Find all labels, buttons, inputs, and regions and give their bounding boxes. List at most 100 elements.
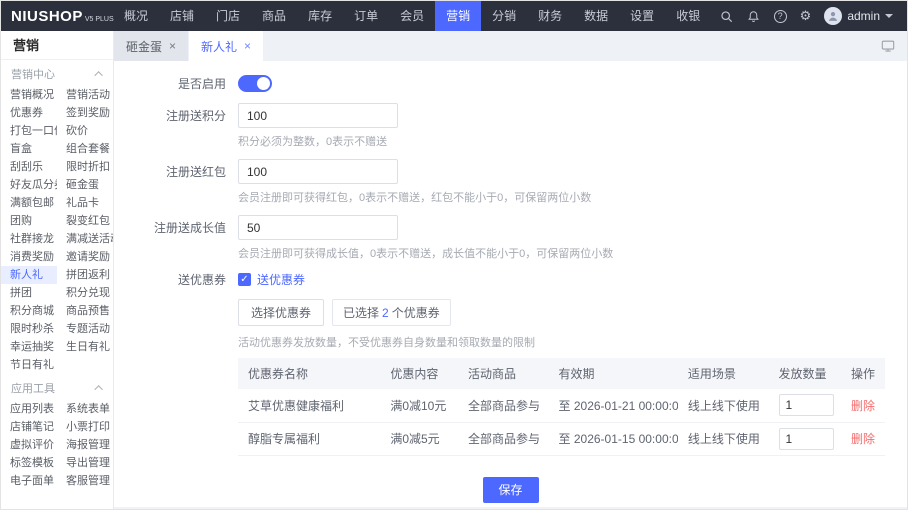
sidebar-item[interactable]: 限时折扣: [57, 158, 113, 176]
delete-link[interactable]: 删除: [851, 399, 875, 413]
topbar: NIUSHOP V5 PLUS 概况 店铺 门店 商品 库存 订单 会员 营销 …: [1, 1, 907, 31]
table-row: 艾草优惠健康福利 满0减10元 全部商品参与 至 2026-01-21 00:0…: [238, 389, 885, 422]
sidebar-item[interactable]: 满额包邮: [1, 194, 57, 212]
tab-label: 砸金蛋: [126, 38, 162, 55]
sidebar-item[interactable]: 裂变红包: [57, 212, 113, 230]
tab-new-user-gift[interactable]: 新人礼 ×: [189, 31, 263, 61]
sidebar-section-marketing-center[interactable]: 营销中心: [1, 60, 113, 86]
sidebar-item[interactable]: 积分兑现: [57, 284, 113, 302]
search-icon[interactable]: [720, 9, 734, 23]
logo-suffix: V5 PLUS: [85, 16, 114, 23]
sidebar-item[interactable]: 好友瓜分券: [1, 176, 57, 194]
sidebar-item[interactable]: 组合套餐: [57, 140, 113, 158]
sidebar-item[interactable]: 系统表单: [57, 400, 113, 418]
select-coupon-button[interactable]: 选择优惠券: [238, 299, 324, 326]
sidebar-item[interactable]: 满减送活动: [57, 230, 113, 248]
notification-icon[interactable]: [747, 9, 761, 23]
sidebar-marketing-items: 营销概况 营销活动 优惠券 签到奖励 打包一口价 砍价 盲盒 组合套餐 刮刮乐 …: [1, 86, 113, 374]
nav-item-finance[interactable]: 财务: [527, 1, 573, 31]
enable-row: 是否启用: [136, 75, 885, 92]
sidebar-item[interactable]: 导出管理: [57, 454, 113, 472]
sidebar-item[interactable]: 砍价: [57, 122, 113, 140]
screen-layout-icon[interactable]: [881, 39, 895, 53]
save-button[interactable]: 保存: [483, 477, 539, 503]
sidebar-item[interactable]: 客服管理: [57, 472, 113, 490]
sidebar-item[interactable]: 标签模板: [1, 454, 57, 472]
sidebar-item[interactable]: 商品预售: [57, 302, 113, 320]
nav-item-goods[interactable]: 商品: [251, 1, 297, 31]
sidebar-item[interactable]: 打包一口价: [1, 122, 57, 140]
sidebar-item[interactable]: 盲盒: [1, 140, 57, 158]
nav-item-cashier[interactable]: 收银: [665, 1, 711, 31]
sidebar-item[interactable]: 专题活动: [57, 320, 113, 338]
growth-input[interactable]: [238, 215, 398, 240]
sidebar-item[interactable]: 团购: [1, 212, 57, 230]
nav-item-shop[interactable]: 店铺: [159, 1, 205, 31]
sidebar-item[interactable]: 消费奖励: [1, 248, 57, 266]
col-header-content: 优惠内容: [380, 358, 458, 389]
nav-item-store[interactable]: 门店: [205, 1, 251, 31]
nav-item-stock[interactable]: 库存: [297, 1, 343, 31]
sidebar-item[interactable]: 优惠券: [1, 104, 57, 122]
close-icon[interactable]: ×: [244, 40, 251, 52]
nav-item-settings[interactable]: 设置: [619, 1, 665, 31]
sidebar-item-new-user-gift[interactable]: 新人礼: [1, 266, 57, 284]
sidebar-item[interactable]: 应用列表: [1, 400, 57, 418]
enable-toggle[interactable]: [238, 75, 272, 92]
sidebar-item[interactable]: 虚拟评价: [1, 436, 57, 454]
chevron-up-icon: [94, 71, 102, 79]
sidebar-item[interactable]: 节日有礼: [1, 356, 57, 374]
coupon-hint: 活动优惠券发放数量，不受优惠券自身数量和领取数量的限制: [238, 334, 885, 350]
sidebar-item[interactable]: 营销概况: [1, 86, 57, 104]
sidebar-item[interactable]: 拼团返利: [57, 266, 113, 284]
sidebar-item[interactable]: 幸运抽奖: [1, 338, 57, 356]
nav-item-marketing[interactable]: 营销: [435, 1, 481, 31]
sidebar-item[interactable]: 店铺笔记: [1, 418, 57, 436]
sidebar-item[interactable]: 社群接龙: [1, 230, 57, 248]
sidebar-item[interactable]: 刮刮乐: [1, 158, 57, 176]
sidebar-item[interactable]: 积分商城: [1, 302, 57, 320]
col-header-name: 优惠券名称: [238, 358, 380, 389]
sidebar-item[interactable]: 限时秒杀: [1, 320, 57, 338]
coupon-scene: 线上线下使用: [678, 422, 769, 455]
sidebar-item[interactable]: 签到奖励: [57, 104, 113, 122]
selected-coupon-summary: 已选择 2 个优惠券: [332, 299, 451, 326]
close-icon[interactable]: ×: [169, 40, 176, 52]
save-bar: 保存: [114, 472, 907, 507]
sidebar-item[interactable]: 砸金蛋: [57, 176, 113, 194]
coupon-buttons-row: 选择优惠券 已选择 2 个优惠券: [238, 299, 885, 326]
qty-input[interactable]: [779, 428, 834, 450]
sidebar-item[interactable]: 海报管理: [57, 436, 113, 454]
coupon-checkbox[interactable]: [238, 273, 251, 286]
nav-item-overview[interactable]: 概况: [113, 1, 159, 31]
coupon-checkbox-label: 送优惠券: [257, 271, 305, 288]
col-header-expire: 有效期: [549, 358, 678, 389]
section-title: 应用工具: [11, 380, 55, 396]
sidebar-item[interactable]: 电子面单: [1, 472, 57, 490]
sidebar-item[interactable]: 礼品卡: [57, 194, 113, 212]
redpacket-input[interactable]: [238, 159, 398, 184]
settings-gear-icon[interactable]: ⚙: [800, 9, 812, 23]
nav-item-members[interactable]: 会员: [389, 1, 435, 31]
nav-item-data[interactable]: 数据: [573, 1, 619, 31]
points-input[interactable]: [238, 103, 398, 128]
col-header-action: 操作: [840, 358, 885, 389]
main-area: 砸金蛋 × 新人礼 × 是否启用 注册送积分 积分必须为整数，0表示: [114, 31, 907, 509]
sidebar-item[interactable]: 营销活动: [57, 86, 113, 104]
sidebar-item[interactable]: 拼团: [1, 284, 57, 302]
coupon-goods: 全部商品参与: [458, 389, 549, 422]
sidebar-item[interactable]: 邀请奖励: [57, 248, 113, 266]
tab-golden-egg[interactable]: 砸金蛋 ×: [114, 31, 188, 61]
user-menu[interactable]: admin: [824, 7, 893, 25]
tabbar-actions: [881, 31, 907, 61]
sidebar-section-app-tools[interactable]: 应用工具: [1, 374, 113, 400]
help-icon[interactable]: ?: [774, 10, 787, 23]
table-row: 醇脂专属福利 满0减5元 全部商品参与 至 2026-01-15 00:00:0…: [238, 422, 885, 455]
nav-item-orders[interactable]: 订单: [343, 1, 389, 31]
avatar: [824, 7, 842, 25]
sidebar-item[interactable]: 小票打印: [57, 418, 113, 436]
delete-link[interactable]: 删除: [851, 432, 875, 446]
nav-item-distribution[interactable]: 分销: [481, 1, 527, 31]
sidebar-item[interactable]: 生日有礼: [57, 338, 113, 356]
qty-input[interactable]: [779, 394, 834, 416]
